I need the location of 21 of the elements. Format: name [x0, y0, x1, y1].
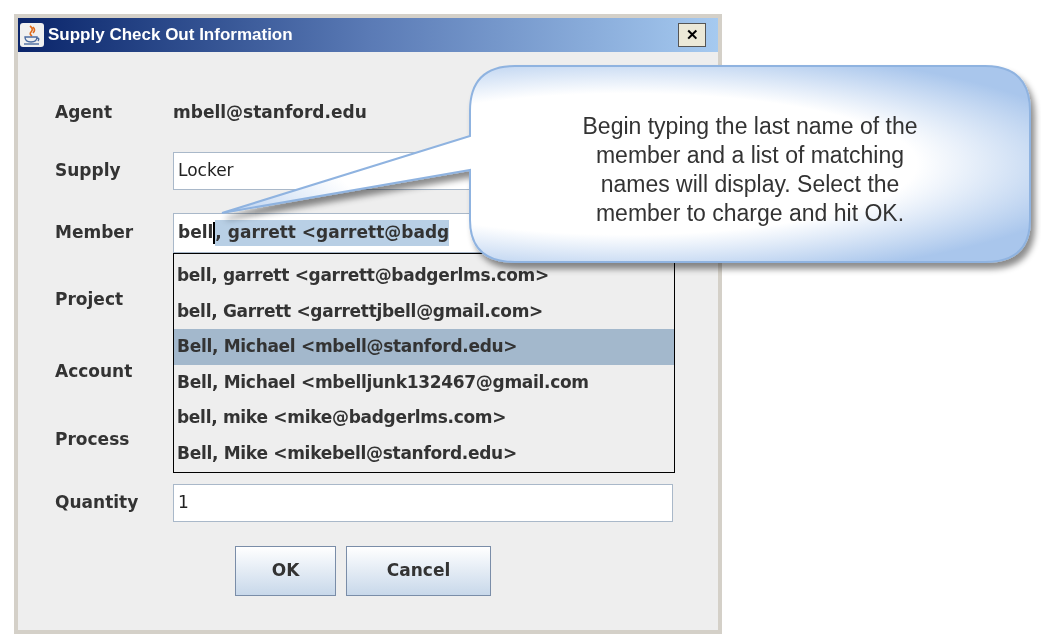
dialog-button[interactable]: OK — [235, 546, 336, 596]
field-label: Member — [55, 221, 135, 245]
field-label: Supply — [55, 159, 122, 183]
agent-value: mbell@stanford.edu — [173, 101, 367, 125]
text-cursor — [213, 222, 216, 244]
window-title: Supply Check Out Information — [48, 24, 293, 47]
field-label: Account — [55, 360, 134, 384]
suggestion-item[interactable]: bell, garrett <garrett@badgerlms.com> — [174, 258, 674, 294]
field-label: Project — [55, 288, 125, 312]
suggestion-item[interactable]: Bell, Mike <mikebell@stanford.edu> — [174, 435, 674, 471]
suggestion-item[interactable]: Bell, Michael <mbell@stanford.edu> — [174, 329, 674, 365]
field-label: Quantity — [55, 491, 140, 515]
suggestion-item[interactable]: bell, mike <mike@badgerlms.com> — [174, 400, 674, 436]
text-field[interactable]: 1 — [173, 484, 673, 522]
dialog-button[interactable]: Cancel — [346, 546, 491, 596]
field-label: Process — [55, 428, 131, 452]
coffee-cup-icon — [20, 23, 44, 47]
suggestion-item[interactable]: bell, Garrett <garrettjbell@gmail.com> — [174, 293, 674, 329]
suggestion-item[interactable]: Bell, Michael <mbelljunk132467@gmail.com — [174, 364, 674, 400]
field-label: Agent — [55, 101, 114, 125]
close-button[interactable]: ✕ — [678, 23, 706, 47]
